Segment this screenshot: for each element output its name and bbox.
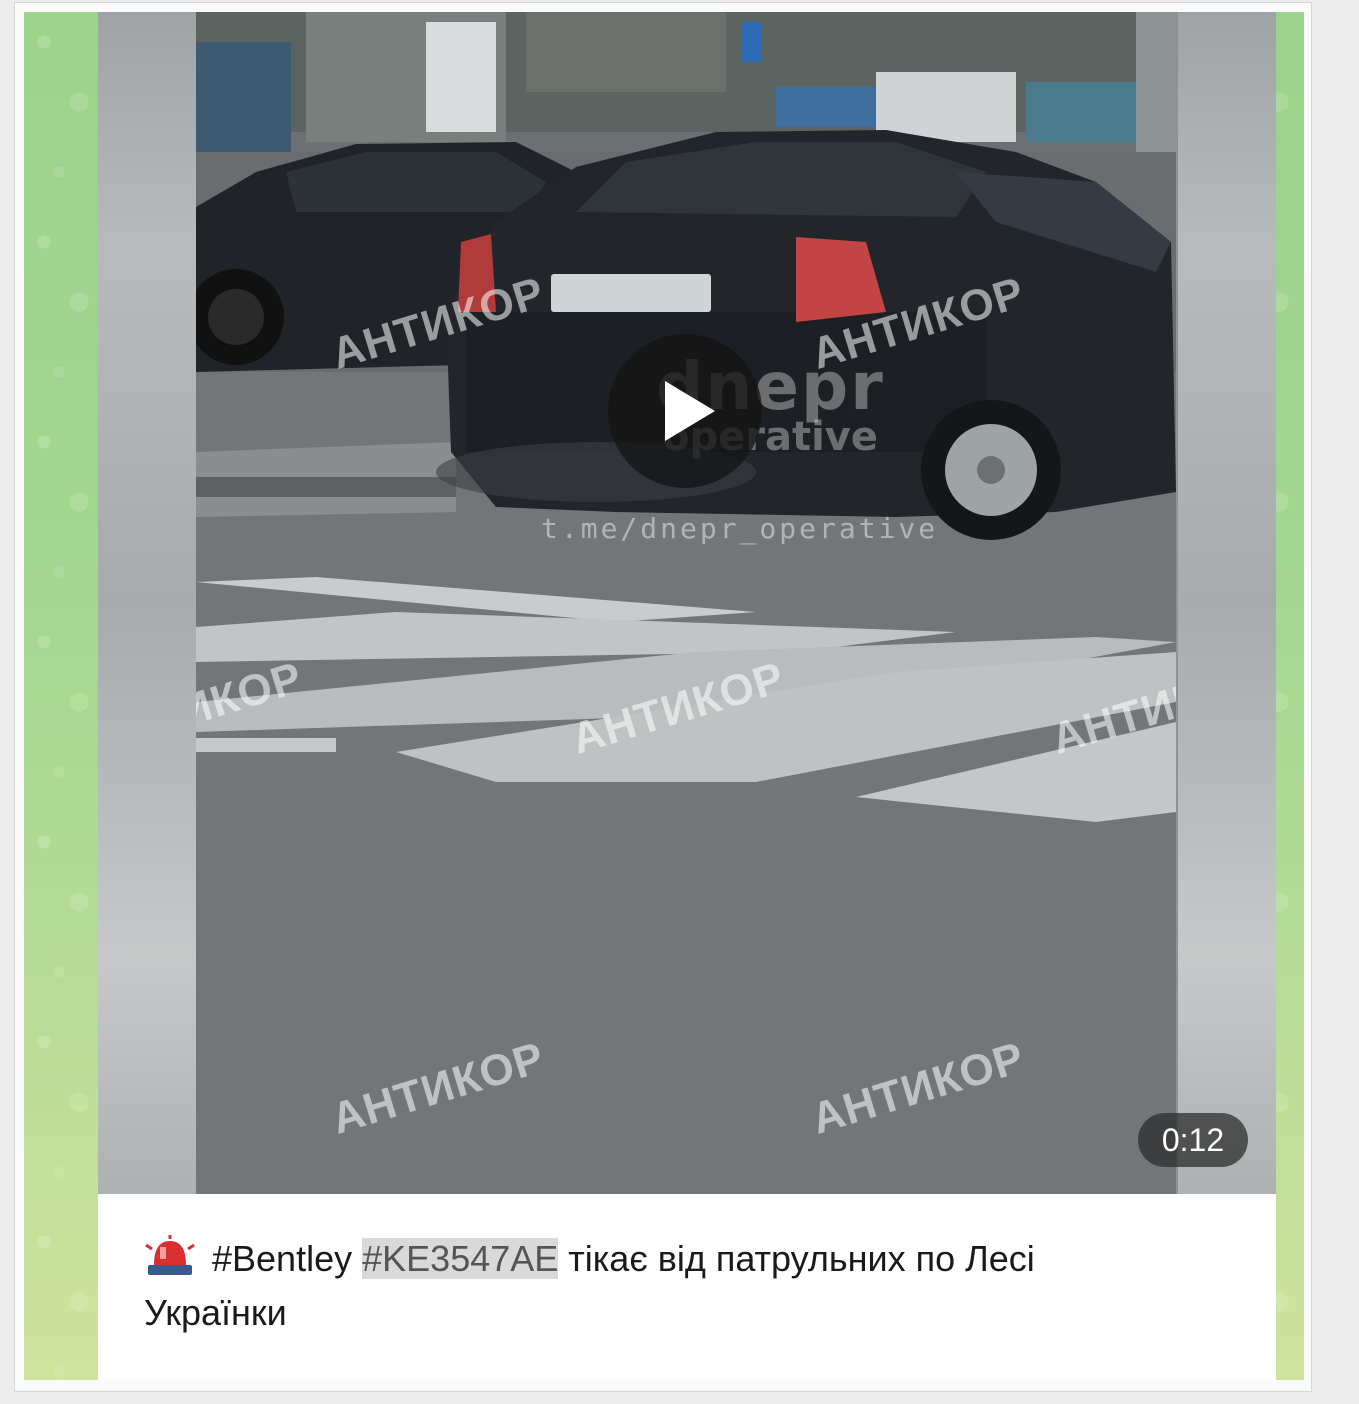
caption-text-line2: Українки (144, 1292, 287, 1333)
play-button[interactable] (608, 334, 762, 488)
video-frame: АНТИКОР АНТИКОР АНТИКОР АНТИКОР АНТИКОР … (196, 12, 1176, 1194)
caption-text: тікає від патрульних по Лесі (558, 1238, 1035, 1279)
message-bubble: АНТИКОР АНТИКОР АНТИКОР АНТИКОР АНТИКОР … (98, 12, 1276, 1380)
video-player[interactable]: АНТИКОР АНТИКОР АНТИКОР АНТИКОР АНТИКОР … (98, 12, 1276, 1194)
video-duration-badge: 0:12 (1138, 1113, 1248, 1167)
play-icon (665, 381, 715, 441)
channel-url: t.me/dnepr_operative (541, 512, 939, 545)
video-blur-right (1178, 12, 1276, 1194)
video-blur-left (98, 12, 196, 1194)
emergency-light-emoji (144, 1235, 196, 1279)
hashtag-link-highlighted[interactable]: #KE3547AE (362, 1238, 559, 1279)
street-scene (196, 12, 1176, 1194)
message-caption: #Bentley #KE3547AE тікає від патрульних … (144, 1232, 1244, 1340)
hashtag-link[interactable]: #Bentley (212, 1238, 352, 1279)
